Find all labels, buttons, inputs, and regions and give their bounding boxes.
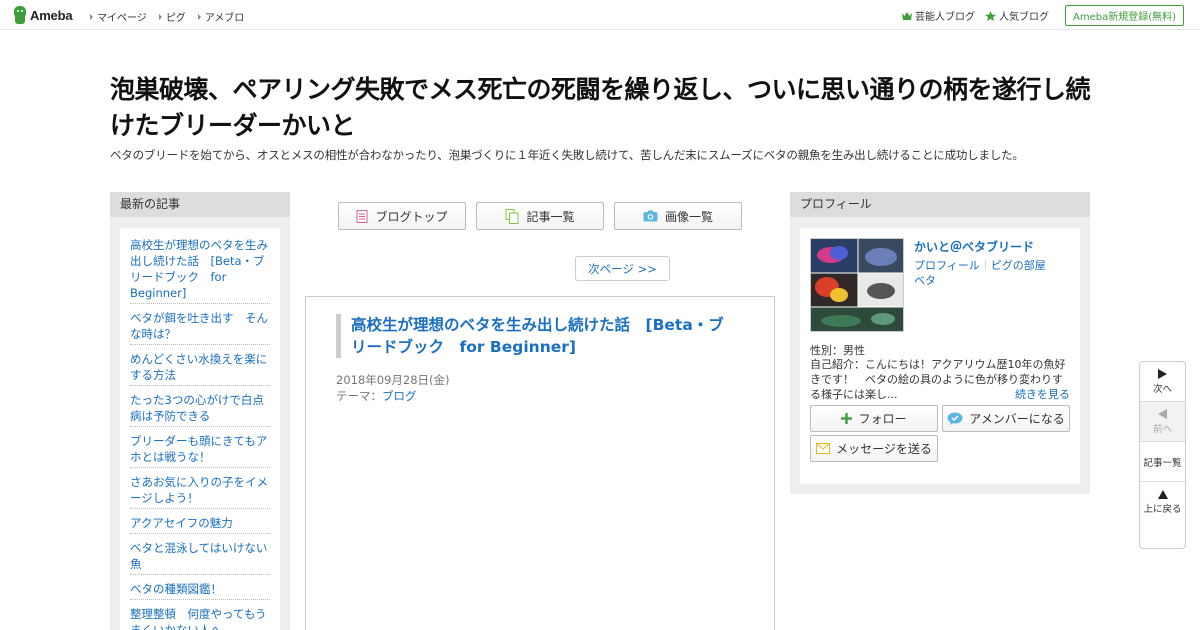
pigg-room-link[interactable]: ピグの部屋 [991,259,1046,272]
triangle-up-icon [1157,489,1168,499]
profile-panel: プロフィール かいと＠ベタブリード プロフィール｜ピグの部屋 ベタ 性別：男性 … [790,192,1090,494]
profile-heading: プロフィール [790,192,1090,217]
list-item[interactable]: たった3つの心がけで白点病は予防できる [130,391,270,427]
theme-link[interactable]: ブログ [382,389,417,403]
nav-pigg[interactable]: ピグ [158,9,186,24]
follow-button[interactable]: フォロー [810,405,938,432]
list-item[interactable]: 整理整頓 何度やってもうまくいかない人へ [130,605,270,630]
top-right-links: 芸能人ブログ 人気ブログ Ameba新規登録(無料) [901,5,1184,26]
ameba-logo-icon [13,6,27,24]
image-list-label: 画像一覧 [664,209,713,224]
recent-articles-list: 高校生が理想のベタを生み出し続けた話 [Beta・ブリードブック for Beg… [120,228,280,630]
celebrity-blog-label: 芸能人ブログ [914,12,975,23]
entry-date: 2018年09月28日(金) [336,373,450,387]
celebrity-blog-link[interactable]: 芸能人ブログ [901,8,975,23]
camera-icon [643,210,658,222]
top-nav: マイページ ピグ アメブロ [90,9,244,24]
blog-description: ベタのブリードを始てから、オスとメスの相性が合わなかったり、泡巣づくりに１年近く… [110,148,1024,162]
profile-card: かいと＠ベタブリード プロフィール｜ピグの部屋 ベタ 性別：男性 自己紹介：こん… [800,228,1080,484]
nav-label: アメブロ [204,13,245,24]
blog-top-label: ブログトップ [375,209,448,224]
entry-card: 高校生が理想のベタを生み出し続けた話 [Beta・ブリードブック for Beg… [305,296,775,630]
theme-label: テーマ： [336,389,382,403]
crown-icon [901,11,912,20]
follow-label: フォロー [858,412,907,426]
list-item[interactable]: 高校生が理想のベタを生み出し続けた話 [Beta・ブリードブック for Beg… [130,236,270,304]
play-right-icon [1158,368,1167,379]
top-bar: Ameba マイページ ピグ アメブロ 芸能人ブログ 人気ブログ Ameba新規… [0,0,1200,30]
image-list-button[interactable]: 画像一覧 [614,202,742,230]
blog-nav-buttons: ブログトップ 記事一覧 画像一覧 [338,202,742,230]
back-to-top-label: 上に戻る [1143,503,1182,515]
back-to-top-button[interactable]: 上に戻る [1140,482,1185,522]
blog-title[interactable]: 泡巣破壊、ペアリング失敗でメス死亡の死闘を繰り返し、ついに思い通りの柄を遂行し続… [110,72,1100,144]
list-item[interactable]: さあお気に入りの子をイメージしよう！ [130,473,270,509]
list-item[interactable]: ベタの種類図鑑！ [130,580,270,600]
floating-nav: 次へ 前へ 記事一覧 上に戻る [1139,361,1186,549]
popular-blog-label: 人気ブログ [998,12,1049,23]
send-message-label: メッセージを送る [836,442,932,456]
entry-list-label: 記事一覧 [1143,457,1182,469]
ameba-logo[interactable]: Ameba [13,6,73,24]
list-item[interactable]: ベタが餌を吐き出す そんな時は？ [130,309,270,345]
copy-icon [505,208,519,224]
triangle-right-icon [90,13,93,20]
article-list-label: 記事一覧 [526,209,575,224]
nav-ameblo[interactable]: アメブロ [197,9,245,24]
avatar[interactable] [810,238,904,332]
next-page-button[interactable]: 次ページ >> [575,256,670,281]
entry-theme: テーマ：ブログ [336,388,417,404]
register-button[interactable]: Ameba新規登録(無料) [1064,5,1184,26]
prev-label: 前へ [1152,423,1172,435]
list-item[interactable]: めんどくさい水換えを楽にする方法 [130,350,270,386]
envelope-icon [816,443,831,454]
read-more-link[interactable]: 続きを見る [1015,386,1070,402]
amember-label: アメンバーになる [969,412,1065,426]
beta-link[interactable]: ベタ [914,274,936,287]
profile-link[interactable]: プロフィール [914,259,980,272]
entry-list-button[interactable]: 記事一覧 [1140,442,1185,482]
amember-button[interactable]: アメンバーになる [942,405,1070,432]
triangle-right-icon [197,13,201,20]
nav-mypage[interactable]: マイページ [90,9,147,24]
entry-title[interactable]: 高校生が理想のベタを生み出し続けた話 [Beta・ブリードブック for Beg… [336,314,736,358]
next-label: 次へ [1152,383,1172,395]
profile-links: プロフィール｜ピグの部屋 ベタ [914,258,1074,288]
prev-entry-button[interactable]: 前へ [1140,402,1185,442]
star-icon [984,10,996,21]
play-left-icon [1158,408,1167,419]
list-item[interactable]: アクアセイフの魅力 [130,514,270,534]
popular-blog-link[interactable]: 人気ブログ [984,8,1049,23]
article-list-button[interactable]: 記事一覧 [476,202,604,230]
list-item[interactable]: ベタと混泳してはいけない魚 [130,539,270,575]
next-entry-button[interactable]: 次へ [1140,362,1185,402]
document-icon [356,209,368,223]
speech-bubble-icon [947,412,963,425]
nav-label: ピグ [165,13,186,24]
recent-articles-heading: 最新の記事 [110,192,290,217]
plus-icon [841,413,853,424]
send-message-button[interactable]: メッセージを送る [810,435,938,462]
nav-label: マイページ [97,13,147,24]
triangle-right-icon [158,13,162,20]
separator: ｜ [979,259,991,272]
recent-articles-panel: 最新の記事 高校生が理想のベタを生み出し続けた話 [Beta・ブリードブック f… [110,192,290,630]
blog-top-button[interactable]: ブログトップ [338,202,466,230]
profile-name[interactable]: かいと＠ベタブリード [914,238,1034,255]
logo-text: Ameba [30,7,73,23]
list-item[interactable]: ブリーダーも頭にきてもアホとは戦うな！ [130,432,270,468]
profile-gender: 性別：男性 [810,344,865,357]
